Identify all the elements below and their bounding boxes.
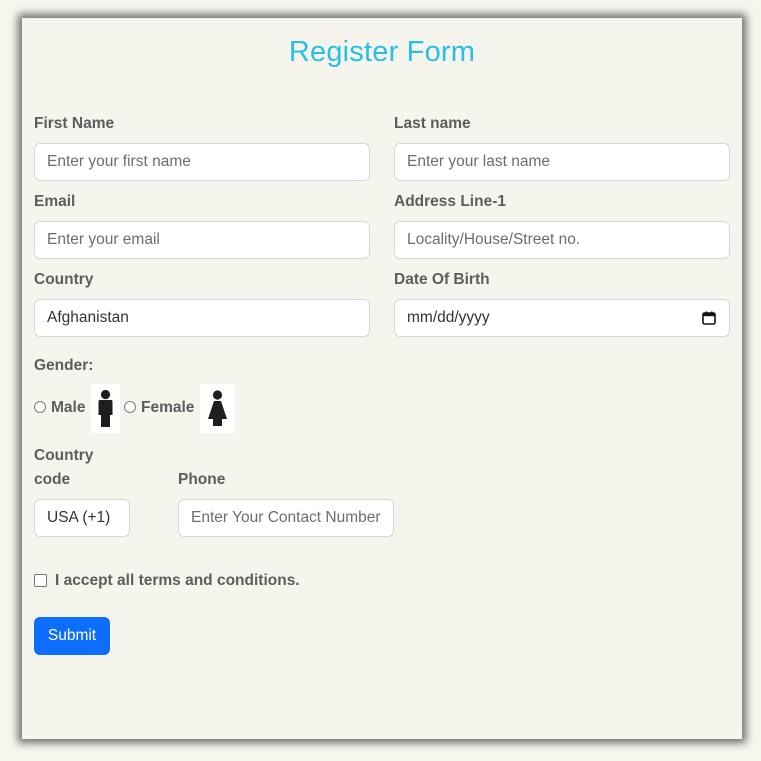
phone-input[interactable] — [178, 499, 394, 537]
country-code-label-line2: code — [34, 471, 71, 488]
dob-label: Date Of Birth — [394, 271, 490, 288]
terms-label: I accept all terms and conditions. — [55, 572, 300, 589]
dob-input-value: mm/dd/yyyy — [407, 309, 490, 326]
gender-male-label: Male — [51, 399, 86, 416]
gender-male-radio[interactable] — [34, 401, 46, 413]
email-input[interactable] — [34, 221, 370, 259]
submit-button[interactable]: Submit — [34, 617, 110, 655]
email-label: Email — [34, 193, 76, 210]
country-code-select[interactable]: USA (+1) — [34, 499, 130, 537]
gender-female-radio[interactable] — [124, 401, 136, 413]
country-code-value: USA (+1) — [47, 509, 111, 526]
terms-checkbox[interactable] — [34, 574, 47, 587]
gender-label: Gender: — [34, 357, 94, 374]
country-label: Country — [34, 271, 94, 288]
female-icon — [200, 384, 235, 433]
address-input[interactable] — [394, 221, 730, 259]
calendar-icon[interactable] — [702, 311, 716, 325]
form-title: Register Form — [288, 36, 476, 68]
last-name-input[interactable] — [394, 143, 730, 181]
country-code-label-line1: Country — [34, 447, 94, 464]
first-name-input[interactable] — [34, 143, 370, 181]
register-form-card: Register Form First Name Last name Email… — [22, 18, 742, 739]
last-name-label: Last name — [394, 115, 471, 132]
gender-female-label: Female — [141, 399, 195, 416]
country-select[interactable]: Afghanistan — [34, 299, 370, 337]
country-select-value: Afghanistan — [47, 309, 129, 326]
first-name-label: First Name — [34, 115, 115, 132]
dob-input[interactable]: mm/dd/yyyy — [394, 299, 730, 337]
address-label: Address Line-1 — [394, 193, 506, 210]
male-icon — [91, 384, 120, 433]
phone-label: Phone — [178, 471, 226, 488]
